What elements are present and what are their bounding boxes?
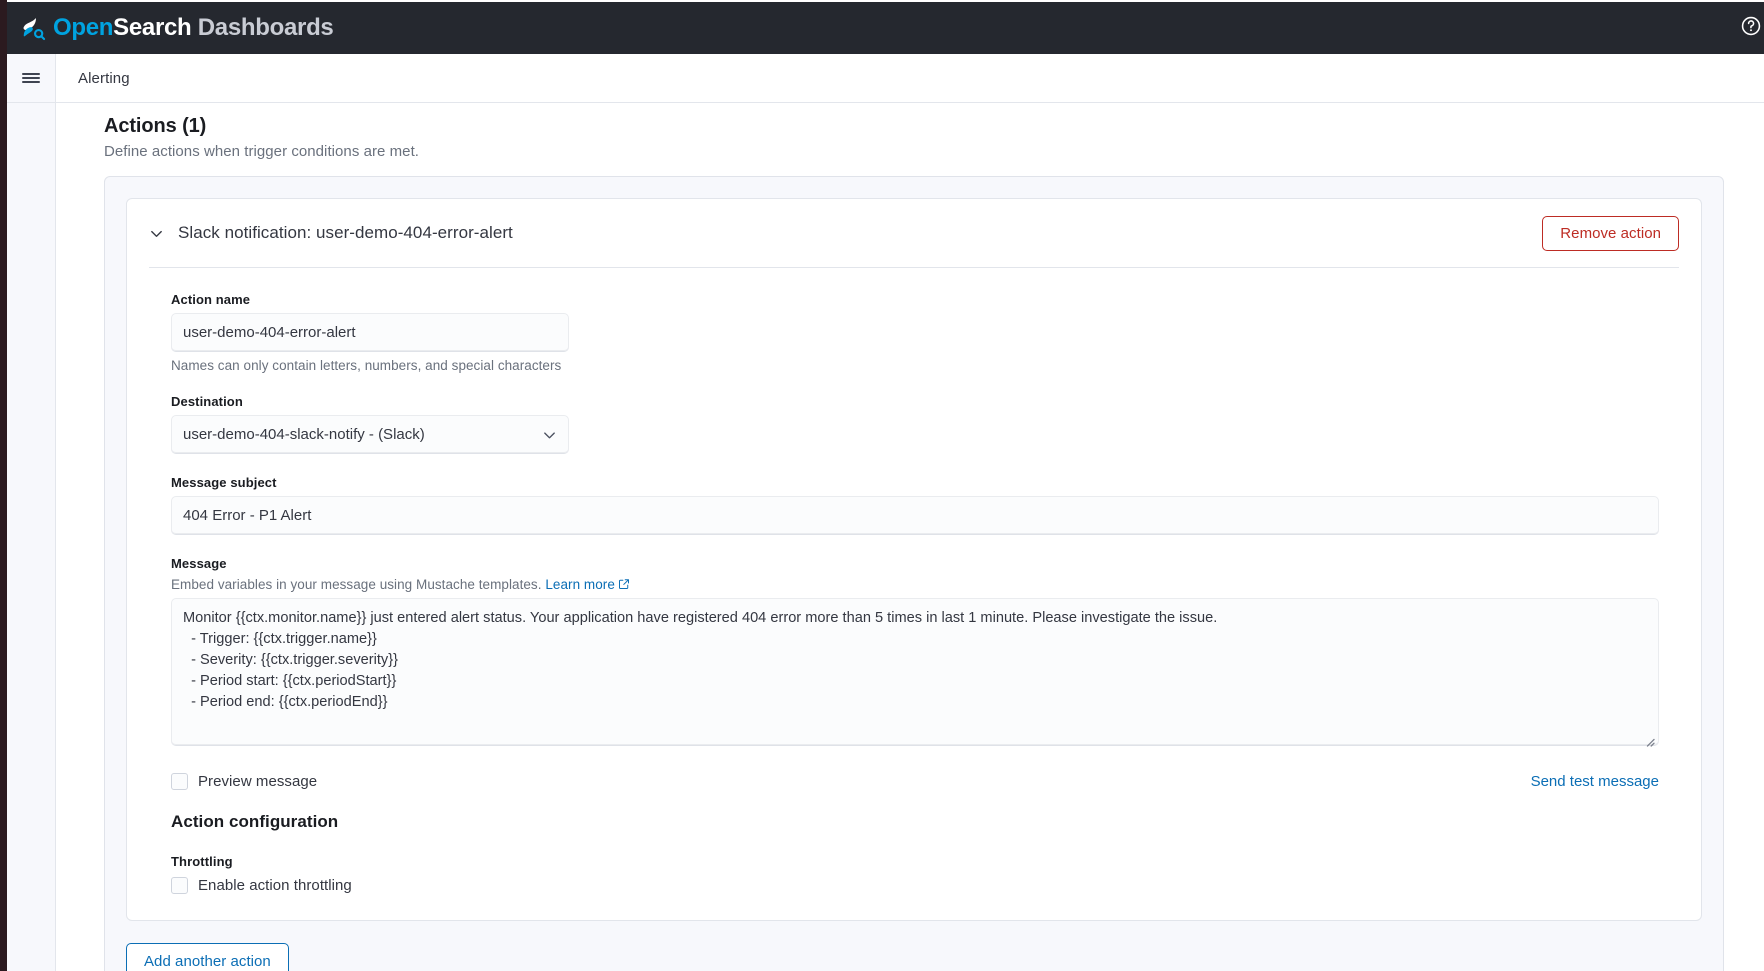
message-textarea[interactable]: Monitor {{ctx.monitor.name}} just entere… — [171, 598, 1659, 746]
action-name-label: Action name — [171, 292, 251, 307]
destination-select[interactable]: user-demo-404-slack-notify - (Slack) — [171, 415, 569, 454]
action-accordion-toggle[interactable]: Slack notification: user-demo-404-error-… — [149, 223, 513, 243]
action-name-hint: Names can only contain letters, numbers,… — [171, 358, 562, 373]
actions-panel: Slack notification: user-demo-404-error-… — [104, 176, 1724, 971]
preview-message-checkbox[interactable] — [171, 773, 188, 790]
preview-message-checkbox-row[interactable]: Preview message — [171, 773, 317, 790]
breadcrumb-bar: Alerting — [7, 53, 1764, 103]
add-another-action-button[interactable]: Add another action — [126, 943, 289, 971]
send-test-message-link[interactable]: Send test message — [1531, 773, 1659, 790]
brand-text-dashboards: Dashboards — [191, 14, 334, 41]
preview-message-label[interactable]: Preview message — [198, 773, 317, 790]
preview-and-test-row: Preview message Send test message — [171, 773, 1659, 790]
message-field-group: Message Embed variables in your message … — [171, 556, 1679, 751]
header-actions — [1740, 15, 1762, 42]
enable-throttling-checkbox-row[interactable]: Enable action throttling — [171, 877, 1679, 894]
brand-text-open: Open — [53, 14, 114, 41]
chevron-down-icon — [151, 230, 162, 237]
message-hint: Embed variables in your message using Mu… — [171, 577, 1679, 592]
external-link-icon[interactable] — [618, 578, 630, 590]
message-label: Message — [171, 556, 227, 571]
action-configuration-title: Action configuration — [171, 812, 339, 831]
destination-label: Destination — [171, 394, 243, 409]
learn-more-link[interactable]: Learn more — [545, 577, 615, 592]
remove-action-button[interactable]: Remove action — [1542, 215, 1679, 251]
enable-throttling-label[interactable]: Enable action throttling — [198, 877, 352, 894]
action-name-field-group: Action name Names can only contain lette… — [171, 292, 1679, 373]
page-title: Actions (1) — [104, 115, 207, 137]
throttling-label: Throttling — [171, 854, 233, 869]
actions-section-header: Actions (1) Define actions when trigger … — [104, 103, 1724, 160]
breadcrumb-divider — [55, 53, 56, 103]
action-name-input[interactable] — [171, 313, 569, 352]
opensearch-dashboards-brand[interactable]: OpenSearch Dashboards — [18, 14, 334, 42]
breadcrumb-alerting[interactable]: Alerting — [78, 70, 130, 87]
action-card: Slack notification: user-demo-404-error-… — [126, 198, 1702, 921]
message-subject-input[interactable] — [171, 496, 1659, 535]
card-divider — [149, 267, 1679, 268]
help-circle-icon[interactable] — [1740, 15, 1762, 42]
opensearch-logo-icon — [23, 17, 46, 41]
destination-field-group: Destination user-demo-404-slack-notify -… — [171, 394, 1679, 454]
action-card-header: Slack notification: user-demo-404-error-… — [149, 199, 1679, 267]
message-subject-label: Message subject — [171, 475, 277, 490]
global-header: OpenSearch Dashboards — [0, 2, 1764, 54]
action-card-title: Slack notification: user-demo-404-error-… — [178, 223, 513, 242]
brand-text-search: Search — [113, 14, 192, 41]
action-form: Action name Names can only contain lette… — [149, 292, 1679, 894]
page-subtitle: Define actions when trigger conditions a… — [104, 143, 420, 160]
message-hint-text: Embed variables in your message using Mu… — [171, 577, 546, 592]
hamburger-menu-icon[interactable] — [7, 54, 55, 102]
page-body: Actions (1) Define actions when trigger … — [57, 103, 1764, 971]
left-edge-rail — [0, 0, 7, 971]
collapsed-side-nav — [7, 103, 56, 971]
enable-throttling-checkbox[interactable] — [171, 877, 188, 894]
message-subject-field-group: Message subject — [171, 475, 1679, 535]
